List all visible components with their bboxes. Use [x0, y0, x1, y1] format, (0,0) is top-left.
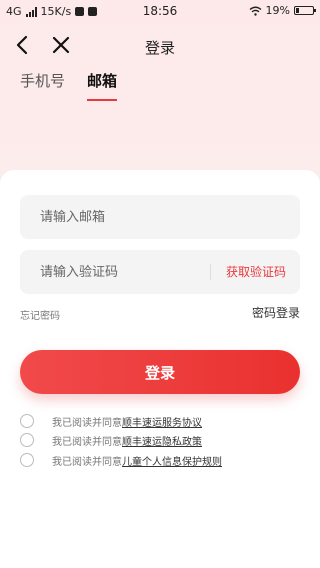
tab-email[interactable]: 邮箱	[87, 70, 118, 101]
service-agreement-link[interactable]: 顺丰速运服务协议	[122, 414, 202, 429]
email-field-container	[20, 195, 300, 239]
battery-level	[296, 8, 299, 13]
battery-icon	[294, 6, 316, 15]
agreement-row-privacy: 我已阅读并同意 顺丰速运隐私政策	[20, 432, 202, 448]
agreement-privacy-radio[interactable]	[20, 433, 34, 447]
login-card: 获取验证码 忘记密码 密码登录 登录 我已阅读并同意 顺丰速运服务协议 我已阅读…	[0, 170, 320, 568]
code-field-container: 获取验证码	[20, 250, 300, 294]
code-divider	[210, 264, 211, 280]
login-tabs: 手机号 邮箱	[20, 70, 118, 101]
battery-percent: 19%	[265, 4, 290, 17]
verification-code-input[interactable]	[40, 250, 200, 294]
status-bar: 4G 15K/s 18:56 19%	[0, 0, 320, 22]
privacy-policy-link[interactable]: 顺丰速运隐私政策	[122, 433, 202, 448]
tab-phone-label: 手机号	[20, 72, 66, 90]
nav-bar: 登录	[0, 32, 320, 60]
email-input[interactable]	[40, 195, 200, 239]
agreement-service-radio[interactable]	[20, 414, 34, 428]
agreement-children-radio[interactable]	[20, 453, 34, 467]
agreement-prefix: 我已阅读并同意	[52, 417, 122, 429]
active-tab-indicator	[87, 99, 118, 101]
children-privacy-link[interactable]: 儿童个人信息保护规则	[122, 453, 222, 468]
page-title: 登录	[144, 39, 175, 57]
agreement-prefix: 我已阅读并同意	[52, 456, 122, 468]
wifi-icon	[249, 6, 261, 16]
agreement-row-children: 我已阅读并同意 儿童个人信息保护规则	[20, 452, 222, 468]
agreement-row-service: 我已阅读并同意 顺丰速运服务协议	[20, 413, 202, 429]
login-button[interactable]: 登录	[20, 350, 300, 394]
get-code-button[interactable]: 获取验证码	[226, 263, 286, 280]
tab-email-label: 邮箱	[87, 72, 118, 90]
agreement-prefix: 我已阅读并同意	[52, 436, 122, 448]
password-login-link[interactable]: 密码登录	[252, 304, 300, 321]
tab-phone[interactable]: 手机号	[20, 70, 65, 101]
status-right: 19%	[249, 4, 316, 17]
forgot-password-link[interactable]: 忘记密码	[20, 307, 60, 322]
